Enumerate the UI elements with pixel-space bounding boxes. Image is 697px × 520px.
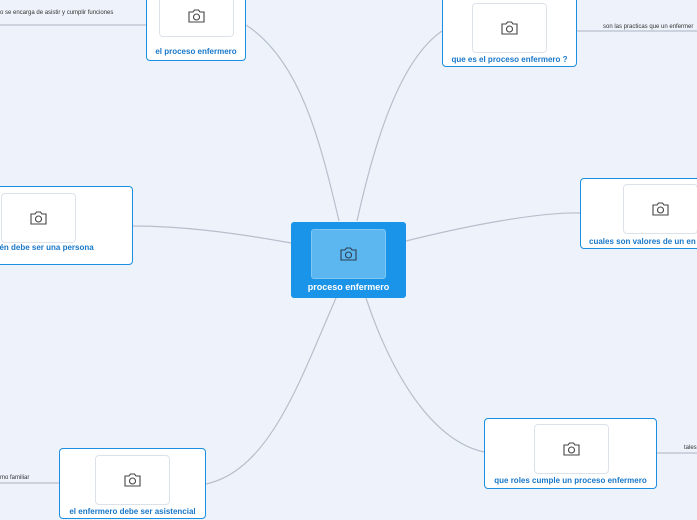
root-node[interactable]: proceso enfermero [291,222,406,298]
camera-icon [340,247,357,261]
connector-el-proceso-enfermero [245,24,340,222]
node-label: el enfermero debe ser asistencial [69,507,196,516]
node-label: o también debe ser una persona [0,243,94,252]
note-familiar[interactable]: mo familiar [0,475,29,481]
connector-que-roles [365,297,485,453]
node-tambien-persona[interactable]: o también debe ser una persona [0,186,133,265]
image-placeholder[interactable] [534,424,609,474]
root-label: proceso enfermero [307,282,390,292]
node-label: que es el proceso enfermero ? [451,55,568,64]
image-placeholder[interactable] [623,184,697,234]
image-placeholder[interactable] [95,455,170,505]
image-placeholder[interactable] [1,193,76,243]
node-que-es[interactable]: que es el proceso enfermero ? [442,0,577,67]
connector-cuales-valores [405,212,581,242]
note-tales[interactable]: tales [684,445,697,451]
root-image-placeholder[interactable] [311,229,386,279]
camera-icon [652,202,669,216]
node-label: que roles cumple un proceso enfermero [494,476,647,485]
connector-que-es [356,30,443,222]
node-asistencial[interactable]: el enfermero debe ser asistencial [59,448,206,519]
camera-icon [124,473,141,487]
camera-icon [188,9,205,23]
camera-icon [30,211,47,225]
note-practicas[interactable]: son las practicas que un enfermer [603,24,693,30]
connector-asistencial [205,297,337,485]
node-el-proceso-enfermero[interactable]: el proceso enfermero [146,0,246,61]
image-placeholder[interactable] [472,3,547,53]
connector-tambien-persona [132,225,292,244]
note-asistir[interactable]: o se encarga de asistir y cumplir funcio… [0,10,113,16]
node-label: el proceso enfermero [155,47,237,56]
node-cuales-valores[interactable]: cuales son valores de un en [580,178,697,249]
image-placeholder[interactable] [159,0,234,37]
camera-icon [563,442,580,456]
camera-icon [501,21,518,35]
node-label: cuales son valores de un en [589,237,696,246]
node-que-roles[interactable]: que roles cumple un proceso enfermero [484,418,657,489]
